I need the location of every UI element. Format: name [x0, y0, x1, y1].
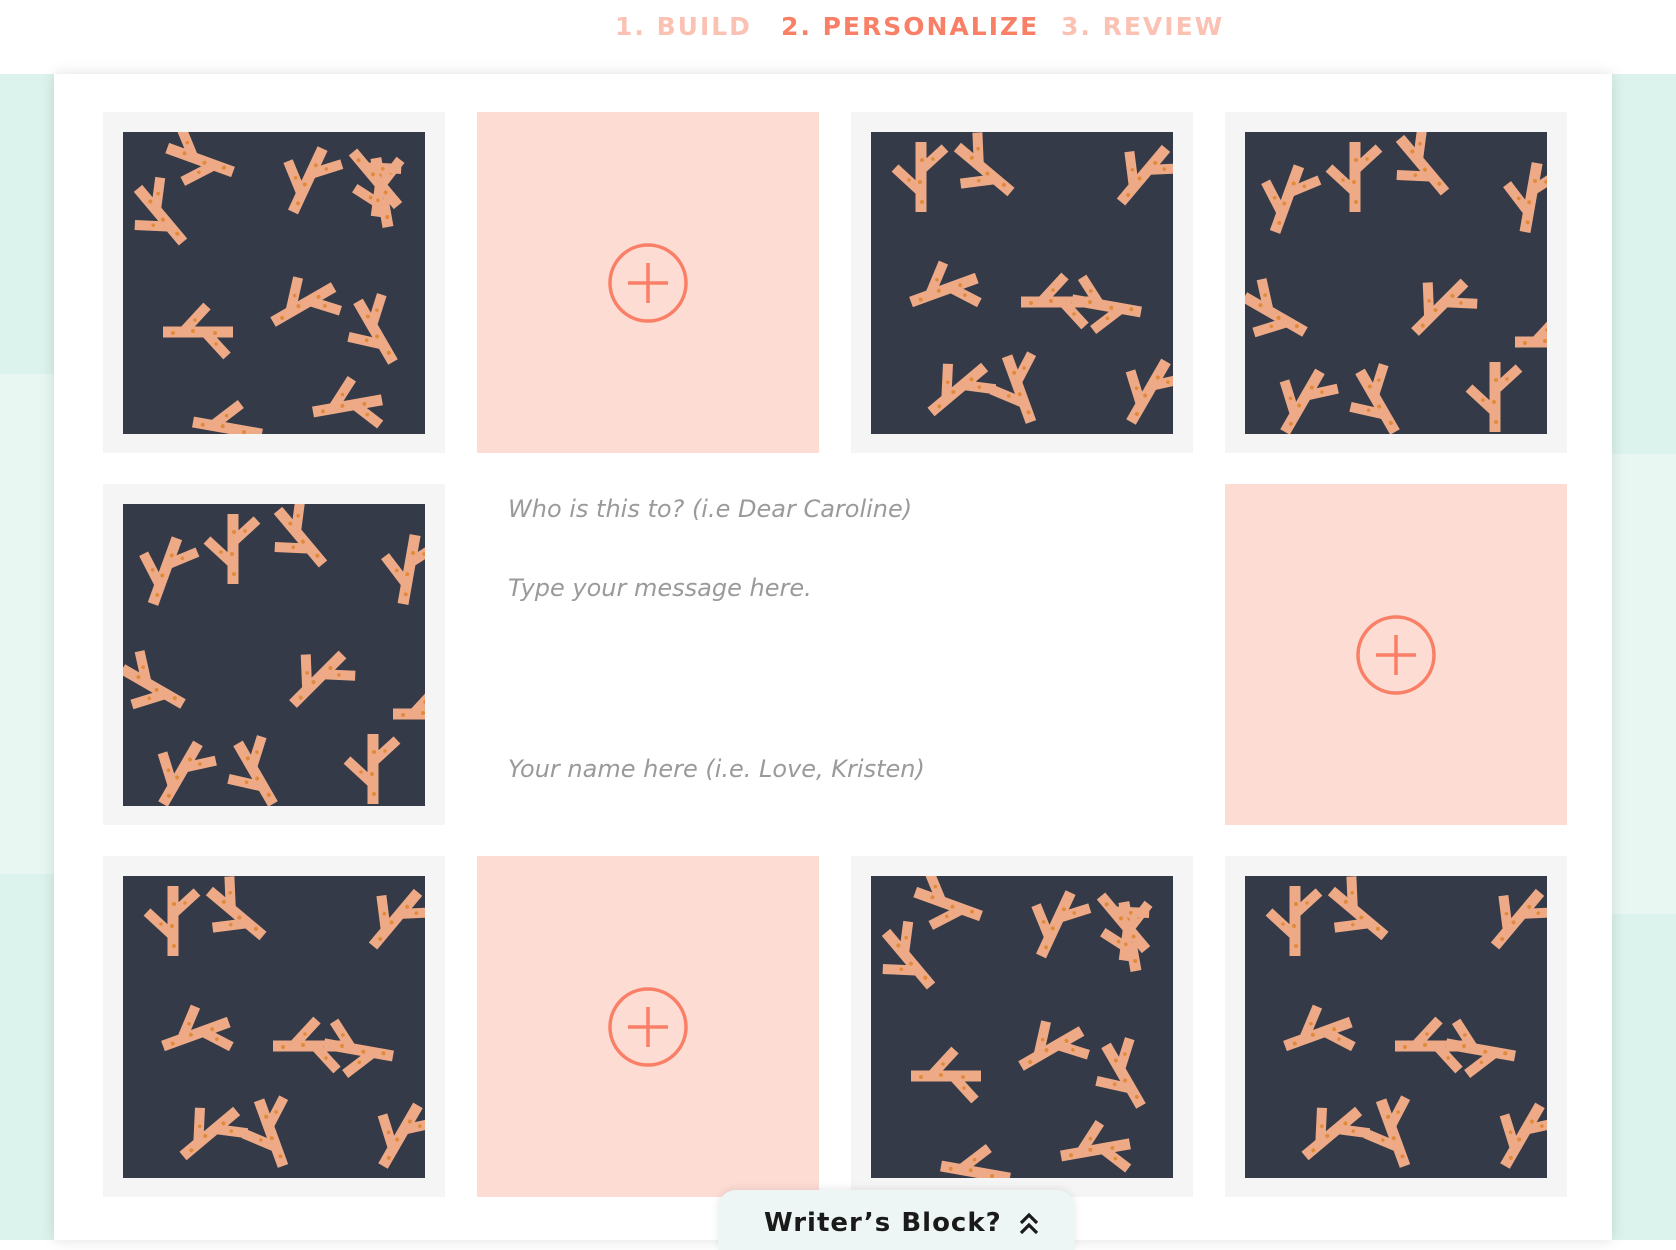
double-chevron-up-icon	[1019, 1212, 1039, 1235]
branch-pattern-image	[123, 504, 425, 806]
plus-circle-icon	[1353, 612, 1439, 698]
photo-tile[interactable]	[1225, 112, 1567, 453]
photo-tile[interactable]	[103, 484, 445, 825]
plus-circle-icon	[605, 240, 691, 326]
add-photo-button[interactable]	[477, 112, 819, 453]
card-layout	[54, 74, 1612, 1240]
photo-tile[interactable]	[1225, 856, 1567, 1197]
photo-tile[interactable]	[851, 112, 1193, 453]
background-shape	[0, 374, 60, 874]
background-shape	[1610, 454, 1676, 914]
plus-circle-icon	[605, 984, 691, 1070]
photo-tile[interactable]	[103, 112, 445, 453]
writers-block-label: Writer’s Block?	[764, 1208, 1002, 1238]
step-navigation: 1. BUILD 2. PERSONALIZE 3. REVIEW	[0, 0, 1676, 74]
branch-pattern-image	[871, 876, 1173, 1178]
branch-pattern-image	[1245, 132, 1547, 434]
step-personalize[interactable]: 2. PERSONALIZE	[781, 12, 1039, 41]
photo-tile[interactable]	[851, 856, 1193, 1197]
add-photo-button[interactable]	[477, 856, 819, 1197]
step-build[interactable]: 1. BUILD	[615, 12, 752, 41]
signature-input[interactable]	[508, 749, 1188, 789]
photo-tile[interactable]	[103, 856, 445, 1197]
add-photo-button[interactable]	[1225, 484, 1567, 825]
branch-pattern-image	[123, 132, 425, 434]
branch-pattern-image	[123, 876, 425, 1178]
recipient-input[interactable]	[508, 489, 1188, 529]
message-textarea[interactable]	[508, 574, 1188, 764]
branch-pattern-image	[1245, 876, 1547, 1178]
branch-pattern-image	[871, 132, 1173, 434]
writers-block-tab[interactable]: Writer’s Block?	[718, 1190, 1075, 1250]
step-review[interactable]: 3. REVIEW	[1061, 12, 1224, 41]
